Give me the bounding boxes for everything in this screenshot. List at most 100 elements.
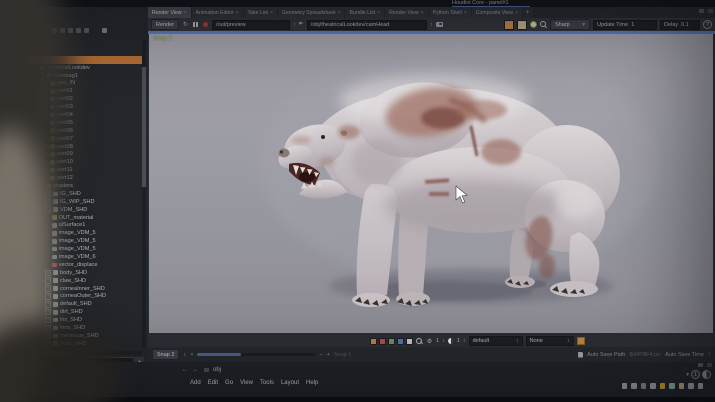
expand-icon[interactable]: + [45,309,51,315]
gear-icon[interactable]: ⚙ [426,338,433,345]
camera-icon[interactable] [436,22,443,27]
expand-icon[interactable]: + [38,96,44,102]
collapse-icon[interactable]: - [31,64,37,70]
zoom-in-icon[interactable]: + [327,352,330,358]
expand-icon[interactable]: + [45,341,51,347]
pane-maximize-icon[interactable] [702,370,711,379]
display-flag-icon[interactable] [46,146,48,148]
expand-icon[interactable]: + [45,199,51,205]
tree-item-image_VDM_6[interactable]: image_VDM_6 [28,253,144,261]
tree-item-port05[interactable]: +port05 [28,119,144,127]
display-flag-icon[interactable] [46,138,48,140]
tree-item-default_SHD[interactable]: +default_SHD [28,300,144,308]
forward-icon[interactable]: → [192,367,198,373]
channel-swatch-icon[interactable] [406,338,413,345]
tab-python-shell[interactable]: Python Shell× [429,7,471,18]
tree-item-port07[interactable]: +port07 [28,135,144,143]
render-button[interactable]: Render [151,19,179,30]
tree-item-lens_SHD[interactable]: +lens_SHD [28,324,144,332]
tree-item-port08[interactable]: +port08 [28,143,144,151]
flag-gold-icon[interactable] [660,383,666,389]
menu-edit[interactable]: Edit [208,380,218,386]
zoom-out-icon[interactable]: − [319,352,322,358]
snap-icon[interactable] [650,383,656,389]
inspect-icon[interactable] [416,338,423,345]
snapshot-dropdown[interactable]: Snap 2 [152,349,179,360]
snapshot-blend-slider[interactable] [197,353,315,356]
expand-icon[interactable]: + [45,277,51,283]
auto-save-time-value[interactable]: 1 [708,352,711,358]
expand-icon[interactable]: + [45,325,51,331]
auto-save-path-value[interactable]: $HIP/$F4.pic [629,352,661,358]
menu-tools[interactable]: Tools [260,380,274,386]
tree-menu-icon[interactable] [102,28,107,33]
tree-item-IG_SHD[interactable]: +IG_SHD [28,190,144,198]
tree-item-theatricalLookdev[interactable]: -theatricalLookdev [28,64,144,72]
snapshot-close-icon[interactable]: × [190,352,193,358]
display-flag-icon[interactable] [46,177,48,179]
tree-tool-icon[interactable] [84,28,89,33]
display-flag-icon[interactable] [46,90,48,92]
display-flag-icon[interactable] [46,122,48,124]
tree-toolbar[interactable] [52,28,107,33]
expand-icon[interactable]: + [38,120,44,126]
expand-icon[interactable]: + [38,112,44,118]
expand-icon[interactable]: + [38,143,44,149]
box-icon[interactable] [631,383,637,389]
refresh-icon[interactable]: ↻ [182,21,189,28]
tree-item-port11[interactable]: +port11 [28,166,144,174]
bulb-icon[interactable] [530,21,537,28]
expand-icon[interactable]: + [38,135,44,141]
tree-item-OUT_material[interactable]: OUT_material [28,214,144,222]
tree-tool-icon[interactable] [68,28,73,33]
expand-icon[interactable]: + [38,72,44,78]
tree-horizontal-scrollbar-thumb[interactable] [31,351,71,355]
display-flag-icon[interactable] [46,114,48,116]
menu-layout[interactable]: Layout [281,380,299,386]
tree-item[interactable] [28,48,144,56]
camera-field[interactable]: /obj/theatricalLookdev/camHead [307,20,427,30]
render-viewport[interactable]: Snap 2 [149,34,713,333]
lut-swatch-button[interactable] [517,20,527,30]
expand-icon[interactable]: + [45,191,51,197]
gamma-swatch-button[interactable] [504,20,514,30]
network-path[interactable]: obj [213,367,221,373]
expand-icon[interactable]: + [45,270,51,276]
record-icon[interactable] [202,21,209,28]
tree-item-shaders[interactable]: -shaders [28,182,144,190]
magnifier-icon[interactable] [540,21,547,28]
delay-field[interactable]: Delay 0.1 [660,20,700,30]
menu-view[interactable]: View [240,380,253,386]
snapshot-stepper[interactable]: ↕ [183,352,186,358]
net-split-icon[interactable] [698,363,703,367]
tree-item-port02[interactable]: +port02 [28,95,144,103]
tree-item-iris_SHD[interactable]: +iris_SHD [28,316,144,324]
collapse-icon[interactable]: - [38,183,44,189]
expand-icon[interactable]: + [38,151,44,157]
channel-swatch-icon[interactable] [388,338,395,345]
tree-item-body_SHD[interactable]: +body_SHD [28,269,144,277]
tree-item-port10[interactable]: +port10 [28,158,144,166]
tree-item-image_VDM_5[interactable]: image_VDM_5 [28,229,144,237]
net-menu-icon[interactable] [707,363,712,367]
tree-item-vector_displace[interactable]: vector_displace [28,261,144,269]
home-icon[interactable] [204,368,209,372]
expand-icon[interactable]: + [38,167,44,173]
camera-stepper[interactable]: ↕ [430,22,433,28]
expand-icon[interactable]: + [38,128,44,134]
none-dropdown[interactable]: None↕ [526,336,574,346]
tree-tool-icon[interactable] [76,28,81,33]
tree-item-claw_SHD[interactable]: +claw_SHD [28,277,144,285]
display-flag-icon[interactable] [46,161,48,163]
tree-item[interactable] [28,40,144,48]
back-icon[interactable]: ← [182,367,188,373]
expand-icon[interactable]: + [38,159,44,165]
tree-item-image_VDM_5[interactable]: image_VDM_5 [28,237,144,245]
tab-bundle-list[interactable]: Bundle List× [345,7,384,18]
display-flag-icon[interactable] [46,169,48,171]
help-icon[interactable]: ? [703,20,712,29]
tree-item-geo_IN[interactable]: +geo_IN [28,79,144,87]
contrast-icon[interactable] [448,338,454,344]
expand-icon[interactable]: + [45,333,51,339]
layout-icon[interactable] [622,383,628,389]
